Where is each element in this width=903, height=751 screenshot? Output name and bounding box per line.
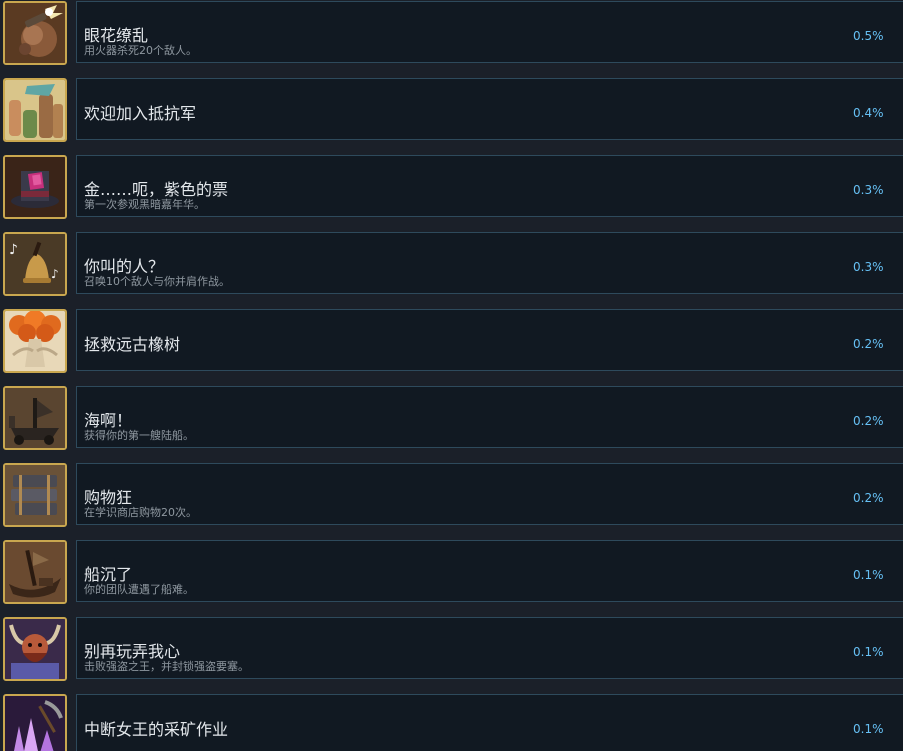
achievement-row[interactable]: 海啊！ 获得你的第一艘陆船。 0.2%: [0, 385, 903, 451]
achievement-panel: 别再玩弄我心 击败强盗之王，并封锁强盗要塞。 0.1%: [76, 617, 903, 679]
achievement-row[interactable]: 拯救远古橡树 0.2%: [0, 308, 903, 374]
achievement-panel: 欢迎加入抵抗军 0.4%: [76, 78, 903, 140]
achievement-row[interactable]: ♪ ♪ 你叫的人？ 召唤10个敌人与你并肩作战。 0.3%: [0, 231, 903, 297]
land-ship-icon: [3, 386, 67, 450]
achievement-title: 欢迎加入抵抗军: [84, 104, 197, 123]
bandit-king-icon: [3, 617, 67, 681]
raised-fists-icon: [3, 78, 67, 142]
achievement-row[interactable]: 船沉了 你的团队遭遇了船难。 0.1%: [0, 539, 903, 605]
achievement-description: 召唤10个敌人与你并肩作战。: [84, 275, 230, 288]
achievement-row[interactable]: 眼花缭乱 用火器杀死20个敌人。 0.5%: [0, 0, 903, 66]
sunken-ship-icon: [3, 540, 67, 604]
achievement-panel: 中断女王的采矿作业 0.1%: [76, 694, 903, 751]
svg-text:♪: ♪: [9, 242, 18, 258]
achievement-unlock-percent: 0.3%: [853, 260, 884, 274]
achievement-description: 用火器杀死20个敌人。: [84, 44, 197, 57]
crystal-pickaxe-icon: [3, 694, 67, 751]
svg-text:♪: ♪: [51, 267, 59, 281]
achievement-row[interactable]: 购物狂 在学识商店购物20次。 0.2%: [0, 462, 903, 528]
achievement-panel: 你叫的人？ 召唤10个敌人与你并肩作战。 0.3%: [76, 232, 903, 294]
achievement-unlock-percent: 0.1%: [853, 722, 884, 736]
gun-fire-icon: [3, 1, 67, 65]
achievement-unlock-percent: 0.1%: [853, 645, 884, 659]
achievement-panel: 金……呃，紫色的票 第一次参观黑暗嘉年华。 0.3%: [76, 155, 903, 217]
achievement-row[interactable]: 金……呃，紫色的票 第一次参观黑暗嘉年华。 0.3%: [0, 154, 903, 220]
top-hat-icon: [3, 155, 67, 219]
achievement-description: 在学识商店购物20次。: [84, 506, 197, 519]
achievement-description: 第一次参观黑暗嘉年华。: [84, 198, 205, 211]
achievement-title: 中断女王的采矿作业: [84, 720, 229, 739]
achievement-title: 拯救远古橡树: [84, 335, 181, 354]
achievement-unlock-percent: 0.2%: [853, 414, 884, 428]
achievement-unlock-percent: 0.3%: [853, 183, 884, 197]
achievement-unlock-percent: 0.4%: [853, 106, 884, 120]
achievement-row[interactable]: 中断女王的采矿作业 0.1%: [0, 693, 903, 751]
achievement-list: 眼花缭乱 用火器杀死20个敌人。 0.5% 欢迎加入抵抗军 0.4% 金……呃，…: [0, 0, 903, 751]
achievement-panel: 购物狂 在学识商店购物20次。 0.2%: [76, 463, 903, 525]
achievement-description: 击败强盗之王，并封锁强盗要塞。: [84, 660, 249, 673]
achievement-description: 你的团队遭遇了船难。: [84, 583, 194, 596]
achievement-description: 获得你的第一艘陆船。: [84, 429, 194, 442]
ancient-oak-icon: [3, 309, 67, 373]
achievement-unlock-percent: 0.2%: [853, 491, 884, 505]
achievement-row[interactable]: 欢迎加入抵抗军 0.4%: [0, 77, 903, 143]
books-stack-icon: [3, 463, 67, 527]
bell-music-icon: ♪ ♪: [3, 232, 67, 296]
achievement-unlock-percent: 0.1%: [853, 568, 884, 582]
achievement-row[interactable]: 别再玩弄我心 击败强盗之王，并封锁强盗要塞。 0.1%: [0, 616, 903, 682]
achievement-panel: 船沉了 你的团队遭遇了船难。 0.1%: [76, 540, 903, 602]
achievement-panel: 海啊！ 获得你的第一艘陆船。 0.2%: [76, 386, 903, 448]
achievement-panel: 眼花缭乱 用火器杀死20个敌人。 0.5%: [76, 1, 903, 63]
achievement-unlock-percent: 0.5%: [853, 29, 884, 43]
achievement-unlock-percent: 0.2%: [853, 337, 884, 351]
achievement-panel: 拯救远古橡树 0.2%: [76, 309, 903, 371]
